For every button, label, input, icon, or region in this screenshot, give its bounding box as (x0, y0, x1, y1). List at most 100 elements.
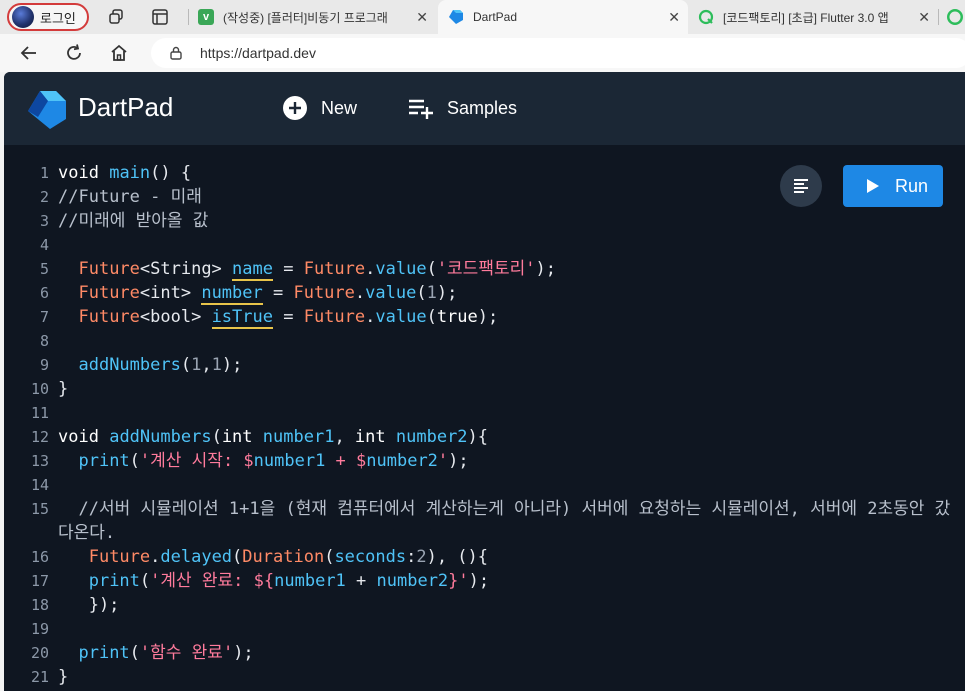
tab-strip: 로그인 v (작성중) [플러터]비동기 프로그래 ✕ DartPad ✕ [코… (0, 0, 965, 34)
q-icon (698, 9, 714, 25)
tab-separator (938, 9, 939, 25)
code-token: ( (211, 427, 222, 447)
code-line: 16 Future.delayed(Duration(seconds:2), (… (4, 545, 965, 569)
tab-dartpad[interactable]: DartPad ✕ (438, 0, 688, 34)
close-icon[interactable]: ✕ (668, 9, 680, 26)
run-button[interactable]: Run (843, 165, 943, 207)
keyword-token: void (58, 163, 99, 183)
code-line: 4 (4, 233, 965, 257)
variable-token: number1 (262, 427, 335, 447)
code-token: ( (232, 547, 243, 567)
samples-button[interactable]: Samples (408, 94, 517, 122)
profile-label: 로그인 (40, 10, 76, 26)
code-token: . (365, 259, 376, 279)
code-token: }); (58, 595, 120, 615)
code-token: ); (221, 355, 243, 375)
line-number: 8 (39, 332, 49, 350)
avatar (12, 6, 34, 28)
format-button[interactable] (780, 165, 822, 207)
code-token: , (201, 355, 212, 375)
profile-button[interactable]: 로그인 (7, 3, 89, 31)
code-token: <bool> (139, 307, 212, 327)
code-token: ); (436, 283, 458, 303)
address-bar: https://dartpad.dev (0, 34, 965, 72)
format-align-icon (794, 179, 808, 193)
q-icon[interactable] (946, 8, 964, 26)
dart-logo-icon (28, 91, 66, 129)
tab-codefactory[interactable]: [코드팩토리] [초급] Flutter 3.0 앱 ✕ (698, 0, 938, 34)
lock-icon[interactable] (169, 46, 183, 60)
code-line: 18 }); (4, 593, 965, 617)
refresh-icon[interactable] (64, 43, 84, 63)
code-token: ); (233, 643, 254, 663)
comment-token: //미래에 받아올 값 (58, 211, 209, 231)
playlist-add-icon (409, 99, 433, 119)
function-token: print (78, 643, 130, 663)
code-token: = (272, 259, 304, 279)
tab-actions-icon[interactable] (151, 8, 169, 26)
code-token: ( (129, 451, 140, 471)
function-token: main (109, 163, 151, 183)
code-line: 11 (4, 401, 965, 425)
variable-token: isTrue (211, 307, 273, 329)
variable-token: name (232, 259, 273, 281)
workspaces-icon[interactable] (108, 8, 126, 26)
code-token: ( (139, 571, 151, 591)
code-token: <String> (139, 259, 233, 279)
url-field[interactable]: https://dartpad.dev (151, 38, 965, 68)
comment-token: //Future - 미래 (58, 187, 202, 207)
function-token: addNumbers (78, 355, 181, 375)
code-lines: 1 void main() { 2 //Future - 미래 3 //미래에 받아올… (4, 161, 965, 689)
code-token: ); (535, 259, 556, 279)
keyword-token: void (58, 427, 99, 447)
dartpad-app: DartPad New Samples 1 void main() { 2//Fu (4, 72, 965, 691)
code-token: = (272, 307, 304, 327)
line-number: 10 (30, 380, 49, 398)
code-token: = (262, 283, 294, 303)
code-token: ( (324, 547, 335, 567)
variable-token: number1 (274, 571, 346, 591)
new-label: New (321, 97, 358, 118)
tab-separator (188, 9, 189, 25)
tab-title: (작성중) [플러터]비동기 프로그래 (223, 10, 388, 25)
function-token: delayed (160, 547, 233, 567)
code-token: . (150, 547, 161, 567)
back-icon[interactable] (19, 43, 39, 63)
string-token: }' (448, 571, 469, 591)
function-token: print (78, 451, 130, 471)
code-editor[interactable]: 1 void main() { 2 //Future - 미래 3 //미래에 받아올… (4, 145, 965, 691)
new-button[interactable]: New (282, 94, 357, 122)
close-icon[interactable]: ✕ (918, 9, 930, 26)
code-token: ( (426, 259, 437, 279)
comment-token: //서버 시뮬레이션 1+1을 (현재 컴퓨터에서 계산하는게 아니라) 서버에… (58, 499, 951, 543)
function-token: value (365, 283, 417, 303)
class-token: Duration (242, 547, 325, 567)
code-token: . (354, 283, 366, 303)
close-icon[interactable]: ✕ (416, 9, 428, 26)
code-line: 17 print('계산 완료: ${number1 + number2}'); (4, 569, 965, 593)
string-token: ' (437, 451, 449, 471)
string-token: + $ (325, 451, 367, 471)
keyword-token: int (354, 427, 386, 447)
line-number: 6 (39, 284, 49, 302)
dartpad-header: DartPad New Samples (4, 72, 965, 145)
code-token: ){ (467, 427, 489, 447)
code-token: } (58, 379, 69, 399)
tab-blog-draft[interactable]: v (작성중) [플러터]비동기 프로그래 ✕ (198, 0, 436, 34)
line-number: 17 (30, 572, 49, 590)
code-line: 15 //서버 시뮬레이션 1+1을 (현재 컴퓨터에서 계산하는게 아니라) … (4, 497, 965, 545)
variable-token: number2 (366, 451, 438, 471)
function-token: addNumbers (109, 427, 212, 447)
class-token: Future (88, 547, 151, 567)
home-icon[interactable] (109, 43, 129, 63)
code-token: ( (129, 643, 140, 663)
line-number: 2 (39, 188, 49, 206)
code-line: 21} (4, 665, 965, 689)
line-number: 7 (39, 308, 49, 326)
code-line: 3 //미래에 받아올 값 (4, 209, 965, 233)
